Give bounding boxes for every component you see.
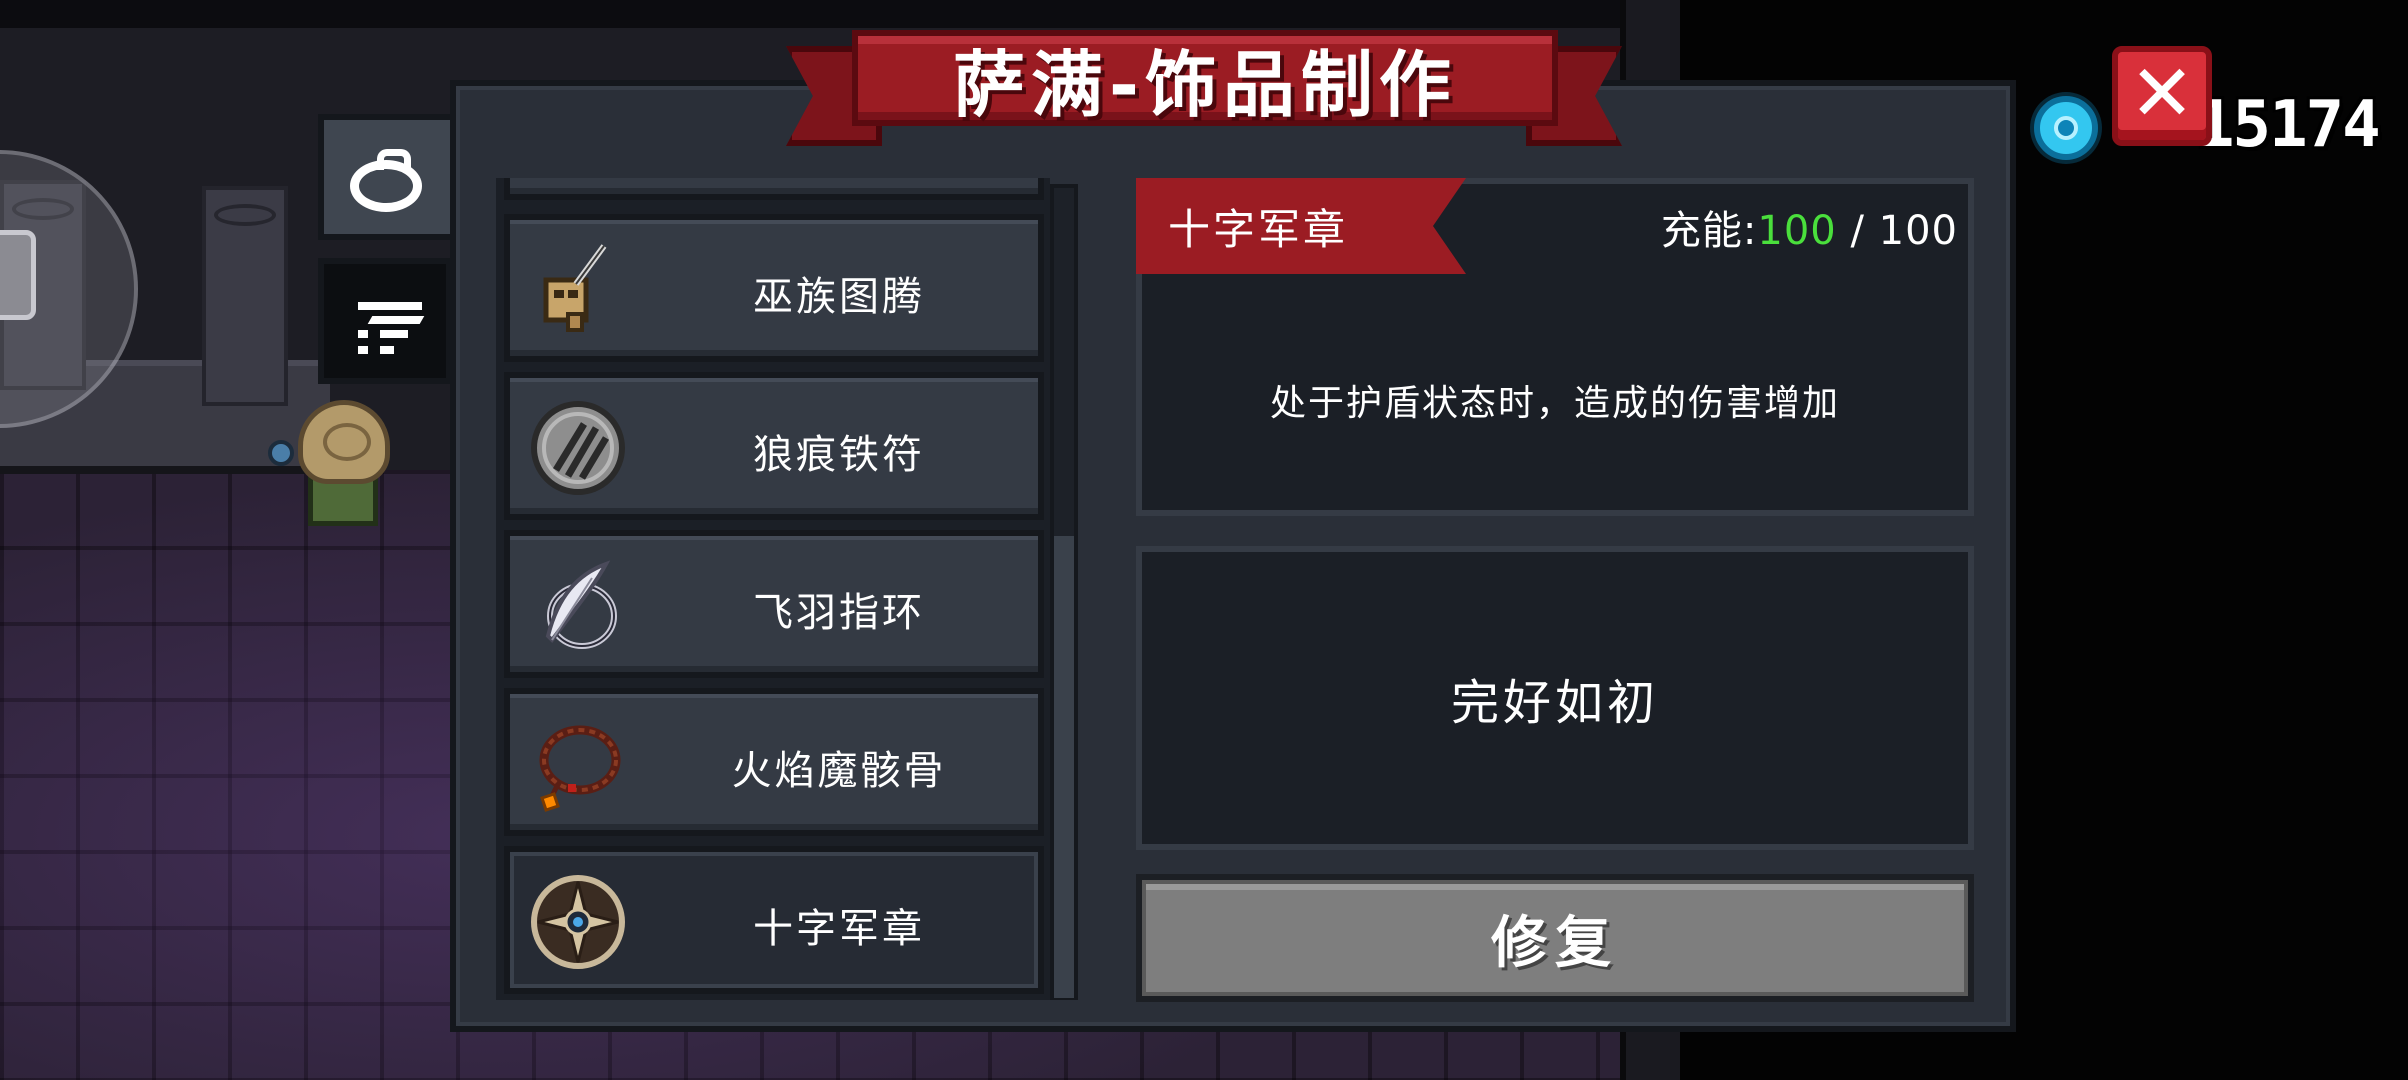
repair-button[interactable]: 修复 — [1136, 874, 1974, 1002]
panel-title: 萨满-饰品制作 — [953, 42, 1457, 127]
charge-label: 充能: — [1660, 208, 1758, 254]
charge-max: 100 — [1878, 208, 1958, 254]
item-name-ribbon: 十字军章 — [1136, 178, 1466, 274]
accessory-list[interactable]: 巫族图腾 狼痕铁符 飞羽指环 火焰魔骸骨 十字军章 — [496, 178, 1050, 1000]
gem-icon — [2034, 96, 2098, 160]
item-label: 狼痕铁符 — [753, 432, 925, 478]
durability-status: 完好如初 — [1450, 675, 1659, 731]
close-button[interactable]: ✕ — [2112, 46, 2212, 146]
bead-necklace-icon — [539, 725, 621, 812]
game-scene: 15174 ✕ 萨满-饰品制作 巫族图腾 狼痕铁符 飞羽指环 火焰魔骸骨 十字军… — [0, 0, 2408, 1080]
ring-icon — [350, 149, 422, 212]
currency-amount: 15174 — [2196, 88, 2381, 162]
hero-orb-icon — [268, 440, 294, 466]
item-label: 巫族图腾 — [753, 274, 925, 320]
totem-icon — [543, 244, 607, 332]
feather-ring-icon — [545, 560, 617, 649]
title-banner: 萨满-饰品制作 — [852, 30, 1558, 127]
charge-separator: / — [1836, 208, 1879, 254]
item-effect-description: 处于护盾状态时，造成的伤害增加 — [1269, 383, 1840, 424]
stone-pillar — [202, 186, 288, 406]
tab-accessory[interactable] — [318, 114, 452, 240]
tab-filter[interactable] — [318, 258, 452, 384]
list-scrollbar[interactable] — [1050, 184, 1078, 1000]
wolf-claw-charm-icon — [531, 401, 625, 495]
list-item-partial[interactable] — [504, 178, 1044, 200]
joystick-knob-icon[interactable] — [0, 230, 36, 320]
charge-readout: 充能:100 / 100 — [1661, 198, 1958, 256]
list-item[interactable]: 火焰魔骸骨 — [504, 688, 1044, 836]
hero-hat — [298, 400, 390, 484]
wall-top-edge — [0, 0, 1620, 28]
charge-current: 100 — [1757, 208, 1837, 254]
item-label: 火焰魔骸骨 — [731, 748, 947, 794]
crusader-badge-icon — [531, 875, 625, 969]
scrollbar-thumb[interactable] — [1054, 536, 1074, 998]
list-item[interactable]: 巫族图腾 — [504, 214, 1044, 362]
item-name: 十字军章 — [1168, 204, 1349, 254]
list-item[interactable]: 飞羽指环 — [504, 530, 1044, 678]
filter-icon — [358, 302, 425, 356]
item-label: 飞羽指环 — [753, 590, 925, 636]
item-label: 十字军章 — [753, 906, 925, 952]
repair-button-label: 修复 — [1491, 910, 1619, 976]
list-item[interactable]: 狼痕铁符 — [504, 372, 1044, 520]
list-item-selected[interactable]: 十字军章 — [504, 846, 1044, 994]
durability-status-panel: 完好如初 — [1136, 546, 1974, 850]
player-character — [268, 400, 406, 540]
